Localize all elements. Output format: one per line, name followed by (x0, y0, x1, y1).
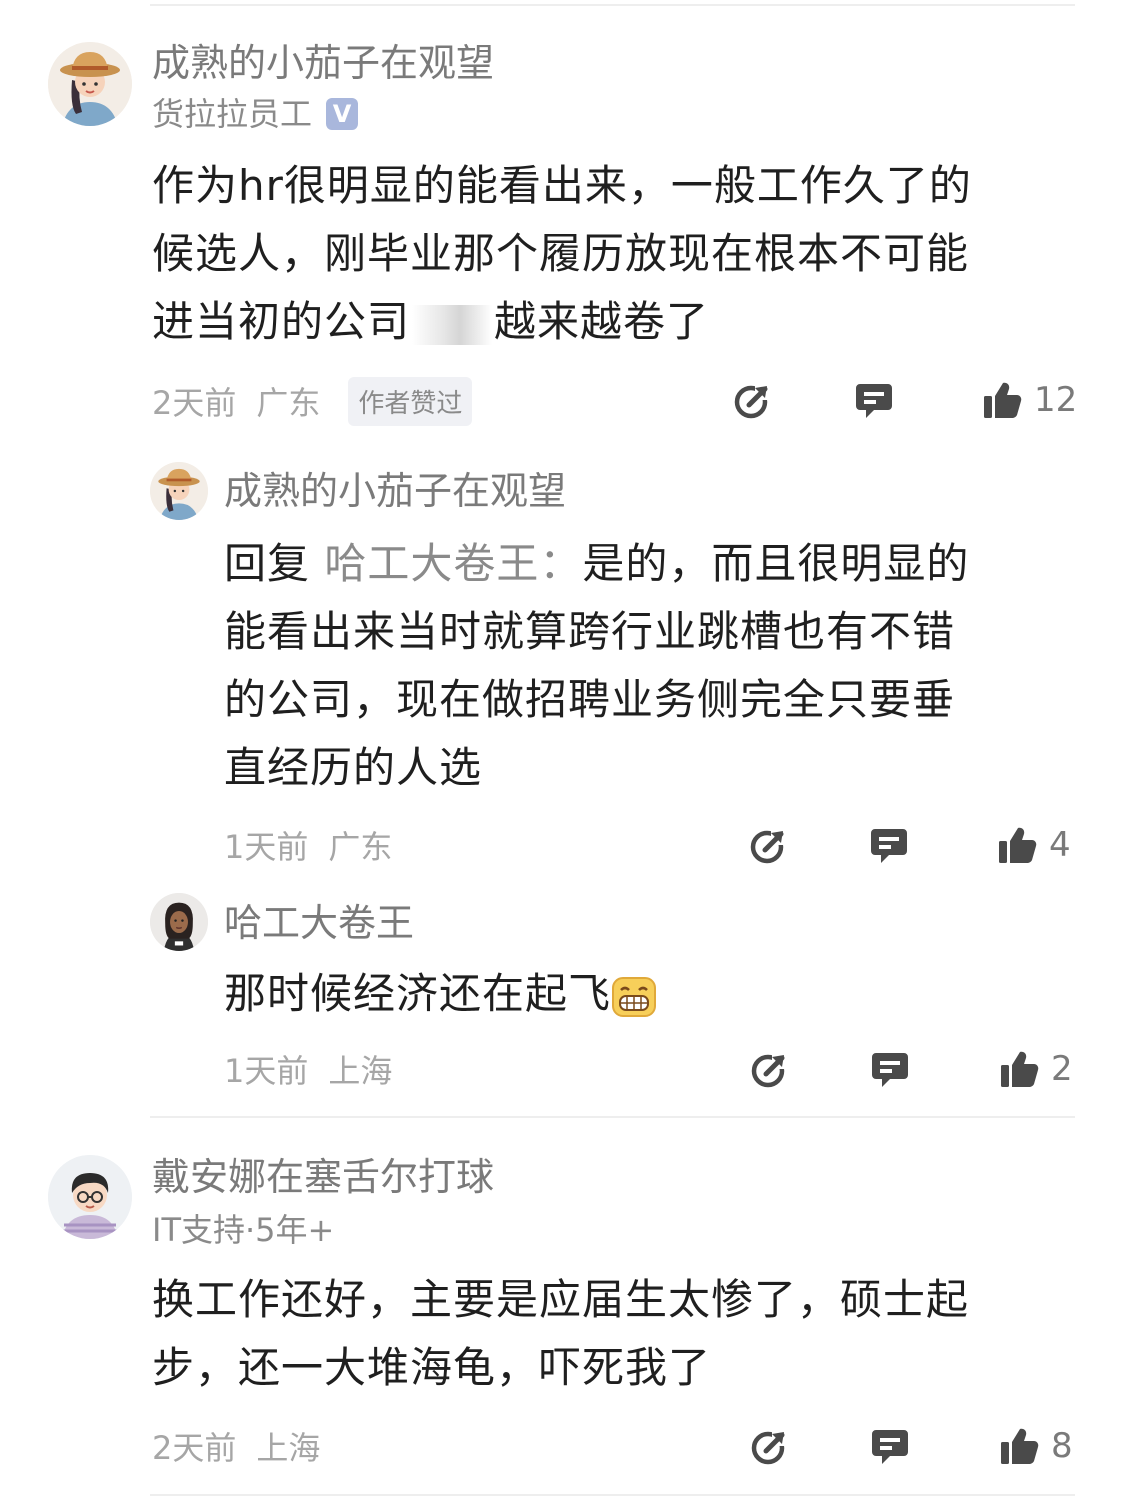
comment-line: 能看出来当时就算跨行业跳槽也有不错 (224, 607, 956, 656)
blurred-emoji (412, 304, 493, 345)
comment-line: 回复 哈工大卷王：是的，而且很明显的 (224, 530, 1084, 598)
author-name[interactable]: 哈工大卷王 (224, 900, 414, 946)
comment-text: 换工作还好，主要是应届生太惨了，硕士起 步，还一大堆海龟，吓死我了 (152, 1266, 1092, 1402)
like-count: 12 (1034, 380, 1078, 420)
author-name[interactable]: 成熟的小茄子在观望 (152, 40, 494, 86)
comment-line: 那时候经济还在起飞 (224, 960, 1084, 1028)
timestamp: 1天前 (224, 828, 309, 866)
reply-button[interactable] (870, 1049, 910, 1089)
like-button[interactable]: 8 (999, 1426, 1073, 1466)
share-icon (750, 1426, 790, 1466)
comment-meta: 1天前 上海 (224, 1044, 392, 1094)
like-count: 2 (1051, 1049, 1073, 1089)
author-badge: IT支持·5年+ (152, 1210, 334, 1250)
badge-text: 货拉拉员工 (152, 95, 313, 133)
thumbs-up-icon (982, 380, 1022, 420)
reply-text: 那时候经济还在起飞 (224, 960, 1084, 1028)
like-count: 4 (1049, 825, 1071, 865)
comment-line-head: 进当初的公司 (152, 297, 411, 346)
comment-line: 的公司，现在做招聘业务侧完全只要垂 (224, 675, 956, 724)
comment-line-head: 是的，而且很明显的 (582, 539, 970, 588)
reply-button[interactable] (870, 1426, 910, 1466)
share-button[interactable] (750, 1426, 790, 1466)
share-icon (750, 1049, 790, 1089)
comment-line: 步，还一大堆海龟，吓死我了 (152, 1343, 712, 1392)
comment-icon (870, 1426, 910, 1466)
comment-line: 候选人，刚毕业那个履历放现在根本不可能 (152, 229, 970, 278)
share-icon (733, 380, 773, 420)
thumbs-up-icon (999, 1049, 1039, 1089)
avatar[interactable] (48, 1155, 132, 1239)
timestamp: 1天前 (224, 1052, 309, 1090)
location: 上海 (328, 1052, 393, 1090)
author-liked-tag: 作者赞过 (348, 376, 473, 426)
comment-icon (870, 1049, 910, 1089)
reply-text: 回复 哈工大卷王：是的，而且很明显的 能看出来当时就算跨行业跳槽也有不错 的公司… (224, 530, 1084, 802)
grin-emoji-icon (612, 976, 657, 1017)
avatar[interactable] (48, 42, 132, 126)
author-name[interactable]: 戴安娜在塞舌尔打球 (152, 1154, 494, 1200)
avatar[interactable] (150, 893, 208, 951)
comment-divider (150, 1116, 1075, 1118)
reply-button[interactable] (854, 380, 894, 420)
comment-line: 作为hr很明显的能看出来，一般工作久了的 (152, 161, 972, 210)
like-count: 8 (1051, 1426, 1073, 1466)
share-button[interactable] (733, 380, 773, 420)
comment-meta: 1天前 广东 (224, 820, 392, 870)
top-divider (150, 4, 1075, 6)
like-button[interactable]: 4 (997, 825, 1071, 865)
comment-text: 作为hr很明显的能看出来，一般工作久了的 候选人，刚毕业那个履历放现在根本不可能… (152, 152, 1092, 356)
badge-text: IT支持·5年+ (152, 1211, 335, 1249)
share-icon (749, 825, 789, 865)
comment-meta: 2天前 广东 作者赞过 (152, 376, 473, 426)
share-button[interactable] (750, 1049, 790, 1089)
comment-icon (854, 380, 894, 420)
verified-icon: V (326, 98, 359, 130)
timestamp: 2天前 (152, 384, 237, 422)
share-button[interactable] (749, 825, 789, 865)
comment-meta: 2天前 上海 (152, 1421, 320, 1471)
comment-line-text: 那时候经济还在起飞 (224, 969, 612, 1018)
like-button[interactable]: 2 (999, 1049, 1073, 1089)
reply-button[interactable] (869, 825, 909, 865)
comment-line-tail: 越来越卷了 (494, 297, 710, 346)
thumbs-up-icon (997, 825, 1037, 865)
reply-to-user[interactable]: 哈工大卷王： (324, 539, 582, 588)
location: 广东 (256, 384, 321, 422)
bottom-divider (150, 1494, 1075, 1496)
comment-line: 换工作还好，主要是应届生太惨了，硕士起 (152, 1275, 970, 1324)
reply-prefix: 回复 (224, 539, 311, 588)
comment-icon (869, 825, 909, 865)
author-name[interactable]: 成熟的小茄子在观望 (224, 468, 566, 514)
author-badge: 货拉拉员工 V (152, 94, 359, 134)
comment-line: 直经历的人选 (224, 743, 483, 792)
location: 上海 (256, 1429, 321, 1467)
location: 广东 (328, 828, 393, 866)
timestamp: 2天前 (152, 1429, 237, 1467)
avatar[interactable] (150, 462, 208, 520)
thumbs-up-icon (999, 1426, 1039, 1466)
comment-line: 进当初的公司 越来越卷了 (152, 288, 1092, 356)
like-button[interactable]: 12 (982, 380, 1077, 420)
